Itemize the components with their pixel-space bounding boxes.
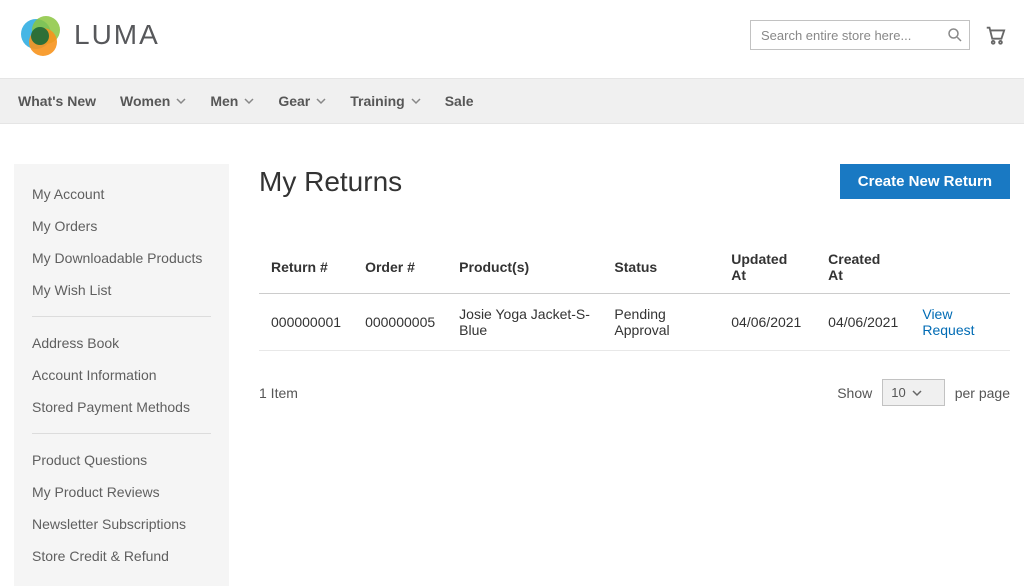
nav-label: Women: [120, 93, 170, 109]
status: Pending Approval: [602, 294, 719, 351]
nav-label: Training: [350, 93, 404, 109]
nav-item-gear[interactable]: Gear: [278, 79, 326, 123]
nav-label: What's New: [18, 93, 96, 109]
column-header: [910, 241, 1010, 294]
chevron-down-icon: [176, 96, 186, 106]
sidebar-item-my-product-reviews[interactable]: My Product Reviews: [14, 476, 229, 508]
created-at: 04/06/2021: [816, 294, 910, 351]
logo-icon: [18, 12, 64, 58]
per-page-label: per page: [955, 385, 1010, 401]
nav-item-men[interactable]: Men: [210, 79, 254, 123]
sidebar-item-stored-payment-methods[interactable]: Stored Payment Methods: [14, 391, 229, 423]
search-field-wrap: [750, 20, 970, 50]
main-nav: What's New Women Men Gear Training Sale: [0, 78, 1024, 124]
column-header: Return #: [259, 241, 353, 294]
cart-icon[interactable]: [984, 24, 1006, 46]
return-number: 000000001: [259, 294, 353, 351]
nav-label: Men: [210, 93, 238, 109]
column-header: Status: [602, 241, 719, 294]
row-action: View Request: [910, 294, 1010, 351]
sidebar-item-newsletter-subscriptions[interactable]: Newsletter Subscriptions: [14, 508, 229, 540]
account-sidebar: My AccountMy OrdersMy Downloadable Produ…: [14, 164, 229, 586]
table-row: 000000001000000005Josie Yoga Jacket-S-Bl…: [259, 294, 1010, 351]
chevron-down-icon: [912, 388, 922, 398]
sidebar-item-product-questions[interactable]: Product Questions: [14, 444, 229, 476]
nav-label: Gear: [278, 93, 310, 109]
search-icon[interactable]: [946, 26, 964, 44]
brand-name: LUMA: [74, 19, 160, 51]
sidebar-item-address-book[interactable]: Address Book: [14, 327, 229, 359]
sidebar-item-my-wish-list[interactable]: My Wish List: [14, 274, 229, 306]
returns-table: Return #Order #Product(s)StatusUpdated A…: [259, 241, 1010, 351]
chevron-down-icon: [316, 96, 326, 106]
sidebar-item-my-orders[interactable]: My Orders: [14, 210, 229, 242]
sidebar-item-my-downloadable-products[interactable]: My Downloadable Products: [14, 242, 229, 274]
column-header: Created At: [816, 241, 910, 294]
order-number: 000000005: [353, 294, 447, 351]
nav-item-what-s-new[interactable]: What's New: [18, 79, 96, 123]
products: Josie Yoga Jacket-S-Blue: [447, 294, 602, 351]
nav-label: Sale: [445, 93, 474, 109]
sidebar-item-account-information[interactable]: Account Information: [14, 359, 229, 391]
nav-item-women[interactable]: Women: [120, 79, 186, 123]
page-title: My Returns: [259, 166, 402, 198]
sidebar-item-my-account[interactable]: My Account: [14, 178, 229, 210]
search-input[interactable]: [750, 20, 970, 50]
view-request-link[interactable]: View Request: [922, 306, 974, 338]
column-header: Order #: [353, 241, 447, 294]
item-count: 1 Item: [259, 385, 298, 401]
logo[interactable]: LUMA: [18, 12, 160, 58]
column-header: Updated At: [719, 241, 816, 294]
create-return-button[interactable]: Create New Return: [840, 164, 1010, 199]
sidebar-item-store-credit-refund[interactable]: Store Credit & Refund: [14, 540, 229, 572]
chevron-down-icon: [411, 96, 421, 106]
chevron-down-icon: [244, 96, 254, 106]
page-size-select[interactable]: 10: [882, 379, 944, 406]
pager-toolbar: 1 Item Show 10 per page: [259, 379, 1010, 406]
show-label: Show: [837, 385, 872, 401]
nav-item-sale[interactable]: Sale: [445, 79, 474, 123]
column-header: Product(s): [447, 241, 602, 294]
updated-at: 04/06/2021: [719, 294, 816, 351]
page-size-value: 10: [891, 385, 905, 400]
nav-item-training[interactable]: Training: [350, 79, 420, 123]
